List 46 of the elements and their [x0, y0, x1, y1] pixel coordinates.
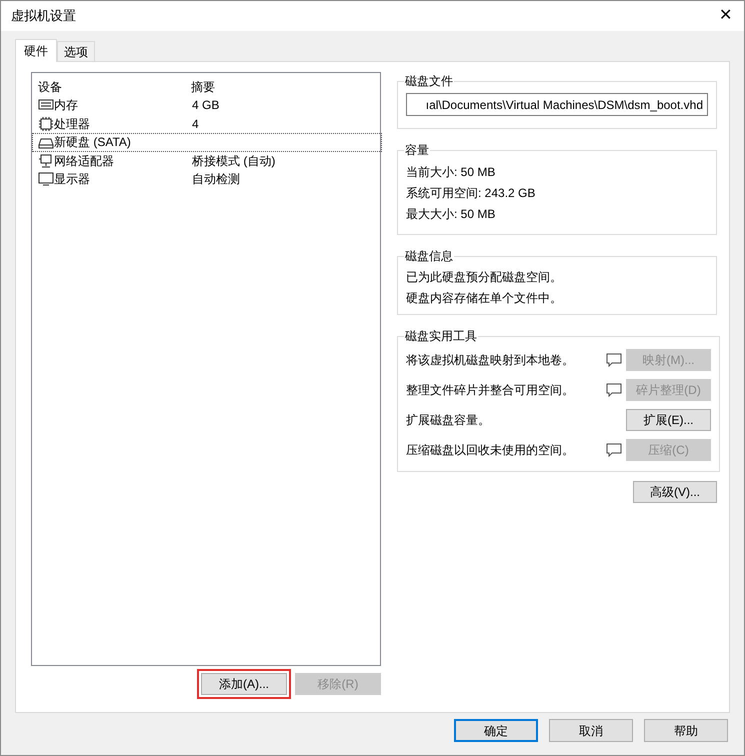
tab[interactable]: 硬件 [15, 39, 57, 62]
utility-text: 整理文件碎片并整合可用空间。 [406, 382, 575, 399]
chip-icon [38, 116, 54, 132]
button: 碎片整理(D) [626, 379, 711, 401]
speech-bubble-icon [606, 383, 622, 397]
group-title: 磁盘信息 [404, 248, 454, 265]
button: 压缩(C) [626, 439, 711, 461]
info-text: 硬盘内容存储在单个文件中。 [406, 290, 563, 306]
device-name[interactable]: 处理器 [54, 114, 90, 133]
device-row[interactable]: 新硬盘 (SATA) [32, 133, 382, 152]
column-header: 摘要 [190, 78, 215, 96]
device-name[interactable]: 内存 [54, 96, 78, 114]
speech-bubble-icon [606, 353, 622, 367]
button[interactable]: 取消 [549, 719, 633, 742]
button: 移除(R) [295, 673, 381, 695]
utility-text: 将该虚拟机磁盘映射到本地卷。 [406, 352, 575, 369]
device-summary: 4 GB [191, 97, 220, 114]
group-title: 容量 [404, 142, 430, 159]
monitor-network-icon [38, 152, 54, 169]
group-title: 磁盘文件 [404, 73, 454, 90]
device-summary: 自动检测 [191, 171, 240, 188]
button: 映射(M)... [626, 349, 711, 371]
device-summary: 桥接模式 (自动) [191, 152, 276, 170]
device-summary: 4 [191, 116, 199, 133]
column-header: 设备 [37, 78, 63, 96]
capacity-text: 最大大小: 50 MB [406, 206, 496, 222]
capacity-text: 当前大小: 50 MB [406, 164, 496, 180]
monitor-icon [38, 171, 54, 188]
button[interactable]: 确定 [454, 719, 538, 742]
file-path-field[interactable]: ıal\Documents\Virtual Machines\DSM\dsm_boot.vhd [406, 93, 708, 116]
button[interactable]: 扩展(E)... [626, 409, 711, 431]
capacity-text: 系统可用空间: 243.2 GB [406, 184, 536, 202]
button[interactable]: 添加(A)... [201, 673, 287, 695]
close-button[interactable]: ✕ [719, 8, 732, 24]
tab[interactable]: 选项 [57, 41, 95, 61]
device-name[interactable]: 网络适配器 [54, 152, 114, 170]
group-title: 磁盘实用工具 [404, 328, 478, 345]
speech-bubble-icon [606, 443, 622, 457]
info-text: 已为此硬盘预分配磁盘空间。 [406, 268, 563, 286]
utility-text: 压缩磁盘以回收未使用的空间。 [406, 442, 575, 459]
advanced-button[interactable]: 高级(V)... [633, 481, 717, 503]
device-name: 新硬盘 (SATA) [54, 134, 131, 152]
device-name[interactable]: 显示器 [54, 170, 90, 188]
button[interactable]: 帮助 [644, 719, 728, 742]
window-title: 虚拟机设置 [11, 7, 76, 26]
utility-text: 扩展磁盘容量。 [406, 412, 491, 429]
